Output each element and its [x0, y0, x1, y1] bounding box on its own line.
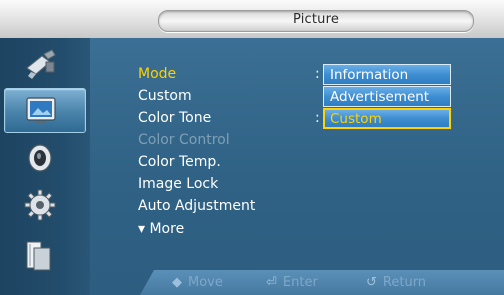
menu-item-color-temp[interactable]: Color Temp.	[138, 153, 221, 171]
color-tone-colon: :	[315, 110, 320, 126]
setup-icon	[24, 189, 56, 221]
footer-return-label: Return	[382, 275, 427, 290]
footer-enter: ⏎ Enter	[266, 274, 318, 291]
move-icon: ◆	[172, 275, 182, 290]
sidebar-item-setup[interactable]	[4, 183, 84, 226]
multi-control-icon	[26, 241, 51, 271]
title-pill: Picture	[158, 10, 474, 32]
footer-bar: ◆ Move ⏎ Enter ↺ Return	[140, 270, 504, 295]
sidebar-item-input[interactable]	[4, 42, 84, 85]
footer-move-label: Move	[188, 275, 223, 290]
mode-dropdown: Information Advertisement Custom	[323, 64, 453, 134]
page-title: Picture	[292, 12, 340, 27]
menu-item-mode[interactable]: Mode	[138, 65, 176, 83]
menu-item-color-control: Color Control	[138, 132, 230, 148]
picture-icon	[26, 97, 56, 124]
menu-item-more[interactable]: ▾ More	[138, 220, 184, 238]
dropdown-option-information[interactable]: Information	[323, 64, 451, 85]
footer-return: ↺ Return	[366, 274, 426, 291]
menu-item-image-lock[interactable]: Image Lock	[138, 175, 218, 193]
sidebar-item-sound[interactable]	[4, 136, 84, 179]
sound-icon	[28, 144, 52, 172]
dropdown-option-advertisement[interactable]: Advertisement	[323, 86, 451, 107]
sidebar-item-picture[interactable]	[4, 88, 86, 133]
sidebar-item-multi-control[interactable]	[4, 234, 84, 277]
input-icon	[26, 49, 56, 79]
main-panel: Mode Custom Color Tone Color Control Col…	[0, 38, 504, 295]
enter-icon: ⏎	[266, 275, 277, 290]
sidebar	[0, 38, 90, 295]
mode-colon: :	[315, 66, 320, 82]
menu-item-custom[interactable]: Custom	[138, 87, 192, 105]
title-bar: Picture	[0, 0, 504, 38]
dropdown-option-custom[interactable]: Custom	[323, 108, 451, 129]
return-icon: ↺	[366, 275, 377, 290]
menu-item-color-tone[interactable]: Color Tone	[138, 109, 211, 127]
footer-move: ◆ Move	[172, 274, 223, 291]
osd-screen: Picture Mode Custom Color Tone Color Con…	[0, 0, 504, 295]
footer-enter-label: Enter	[282, 275, 318, 290]
menu-item-auto-adjustment[interactable]: Auto Adjustment	[138, 197, 255, 215]
